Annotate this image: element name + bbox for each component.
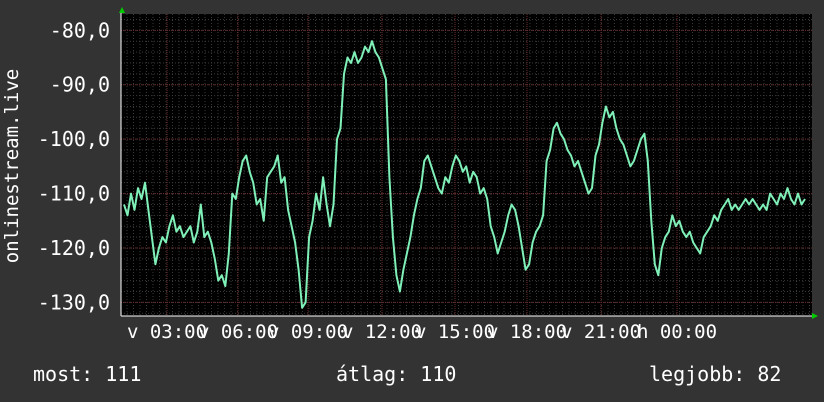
y-tick-label: -120,0 bbox=[38, 236, 110, 260]
y-tick-label: -130,0 bbox=[38, 290, 110, 314]
y-tick-label: -90,0 bbox=[50, 73, 110, 97]
y-axis-label: onlinestream.live bbox=[1, 69, 23, 263]
y-tick-label: -100,0 bbox=[38, 127, 110, 151]
footer-best: legjobb: 82 bbox=[649, 362, 782, 386]
y-tick-label: -80,0 bbox=[50, 18, 110, 42]
x-tick-label: v 15:00 bbox=[415, 321, 495, 343]
x-tick-label: v 03:00 bbox=[127, 321, 207, 343]
footer-current: most: 111 bbox=[33, 362, 142, 386]
x-tick-label: v 12:00 bbox=[342, 321, 422, 343]
x-tick-label: v 06:00 bbox=[198, 321, 278, 343]
x-tick-label: h 00:00 bbox=[637, 321, 717, 343]
x-tick-label: v 09:00 bbox=[268, 321, 348, 343]
x-tick-label: v 21:00 bbox=[561, 321, 641, 343]
rrd-line-chart: -80,0 -90,0 -100,0 -110,0 -120,0 -130,0 v 03:… bbox=[1, 7, 818, 343]
y-tick-labels: -80,0 -90,0 -100,0 -110,0 -120,0 -130,0 bbox=[38, 18, 110, 314]
x-axis-arrow-icon bbox=[812, 313, 818, 319]
x-tick-labels: v 03:00v 06:00v 09:00v 12:00v 15:00v 18:… bbox=[127, 321, 717, 343]
y-tick-label: -110,0 bbox=[38, 182, 110, 206]
y-axis-arrow-icon bbox=[119, 7, 125, 13]
x-tick-label: v 18:00 bbox=[487, 321, 567, 343]
footer-average: átlag: 110 bbox=[336, 362, 457, 386]
